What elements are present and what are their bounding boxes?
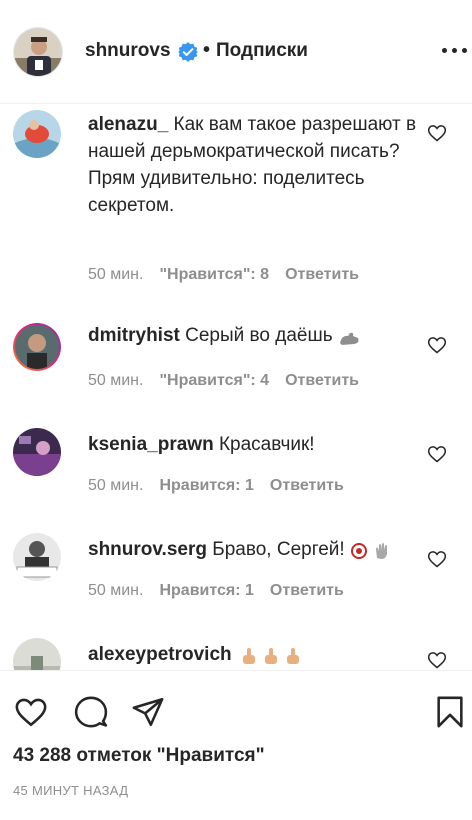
comment-meta: 50 мин. "Нравится": 4 Ответить	[88, 372, 359, 390]
comment-time: 50 мин.	[88, 372, 144, 389]
like-heart-icon[interactable]	[14, 695, 48, 729]
comment-body: alexeypetrovich	[88, 641, 428, 668]
reply-button[interactable]: Ответить	[285, 372, 359, 389]
comment-body: alenazu_ Как вам такое разрешают в нашей…	[88, 111, 418, 219]
save-bookmark-icon[interactable]	[433, 695, 467, 729]
comment-time: 50 мин.	[88, 477, 144, 494]
waving-hand-emoji-icon	[373, 541, 391, 559]
comment-meta: 50 мин. "Нравится": 8 Ответить	[88, 266, 359, 284]
comment-time: 50 мин.	[88, 582, 144, 599]
verified-badge-icon	[178, 42, 198, 62]
comment-text: Серый во даёшь	[185, 325, 333, 346]
author-avatar[interactable]	[13, 27, 63, 77]
comment-likes[interactable]: Нравится: 1	[159, 477, 253, 494]
muscle-emoji-icon	[338, 328, 360, 345]
comment-text: Красавчик!	[218, 434, 315, 455]
commenter-avatar[interactable]	[13, 533, 61, 581]
commenter-avatar[interactable]	[13, 638, 61, 670]
post-timestamp: 45 МИНУТ НАЗАД	[13, 783, 129, 798]
comment-bubble-icon[interactable]	[74, 695, 108, 729]
author-username[interactable]: shnurovs	[85, 40, 171, 62]
comment-like-heart-icon[interactable]	[427, 123, 447, 143]
following-button[interactable]: Подписки	[216, 40, 308, 62]
commenter-username[interactable]: alenazu_	[88, 114, 168, 135]
comment-likes[interactable]: "Нравится": 8	[159, 266, 269, 283]
more-options-icon[interactable]	[442, 48, 468, 56]
reply-button[interactable]: Ответить	[285, 266, 359, 283]
comment-like-heart-icon[interactable]	[427, 650, 447, 670]
commenter-avatar[interactable]	[13, 110, 61, 158]
comment-likes[interactable]: Нравится: 1	[159, 582, 253, 599]
share-send-icon[interactable]	[131, 695, 165, 729]
comment-body: ksenia_prawn Красавчик!	[88, 431, 418, 458]
comment-meta: 50 мин. Нравится: 1 Ответить	[88, 582, 344, 600]
header-separator: •	[203, 39, 211, 61]
comments-list[interactable]: alenazu_ Как вам такое разрешают в нашей…	[0, 105, 472, 670]
commenter-username[interactable]: shnurov.serg	[88, 539, 207, 560]
comment-time: 50 мин.	[88, 266, 144, 283]
comment-likes[interactable]: "Нравится": 4	[159, 372, 269, 389]
reply-button[interactable]: Ответить	[270, 582, 344, 599]
post-header: shnurovs • Подписки	[0, 0, 472, 104]
middle-finger-emoji-icon	[241, 646, 301, 664]
post-actions: 43 288 отметок "Нравится" 45 МИНУТ НАЗАД	[0, 670, 472, 820]
comment-like-heart-icon[interactable]	[427, 444, 447, 464]
comment-like-heart-icon[interactable]	[427, 335, 447, 355]
commenter-username[interactable]: ksenia_prawn	[88, 434, 214, 455]
commenter-avatar[interactable]	[13, 323, 61, 371]
comment-body: dmitryhist Серый во даёшь	[88, 322, 428, 349]
comment-like-heart-icon[interactable]	[427, 549, 447, 569]
commenter-username[interactable]: alexeypetrovich	[88, 644, 232, 665]
likes-count[interactable]: 43 288 отметок "Нравится"	[13, 745, 265, 767]
target-emoji-icon	[350, 541, 368, 559]
commenter-avatar[interactable]	[13, 428, 61, 476]
comment-text: Браво, Сергей!	[212, 539, 345, 560]
commenter-username[interactable]: dmitryhist	[88, 325, 180, 346]
comment-body: shnurov.serg Браво, Сергей!	[88, 536, 428, 563]
comment-meta: 50 мин. Нравится: 1 Ответить	[88, 477, 344, 495]
reply-button[interactable]: Ответить	[270, 477, 344, 494]
